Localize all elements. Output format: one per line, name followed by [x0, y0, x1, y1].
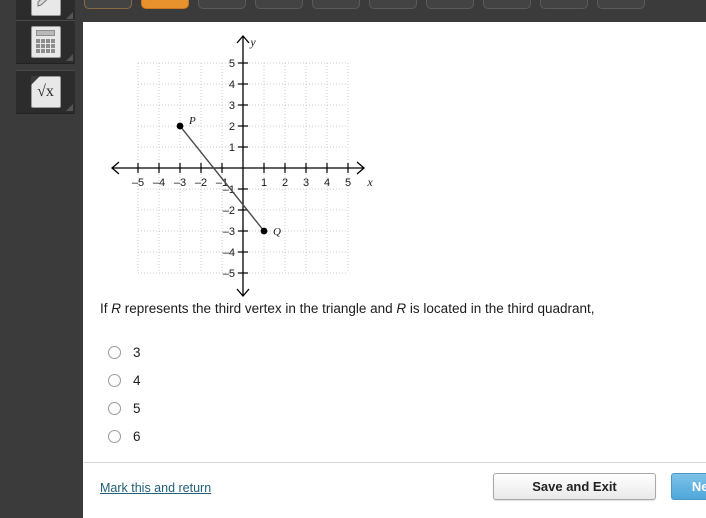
svg-text:5: 5 — [229, 58, 235, 70]
option-row-1[interactable]: 3 — [104, 338, 504, 366]
pager-dot-2[interactable] — [141, 0, 189, 9]
graph-y-axis-label: y — [249, 35, 256, 49]
svg-text:–3: –3 — [174, 177, 186, 189]
sidebar-tool-calculator[interactable] — [16, 20, 75, 64]
page-fold-corner — [30, 76, 40, 85]
calculator-icon — [30, 26, 61, 58]
mark-this-and-return-link[interactable]: Mark this and return — [100, 481, 211, 495]
radio-button-4[interactable] — [108, 429, 121, 443]
pager-dot-3[interactable] — [198, 0, 246, 9]
calculator-keys — [35, 39, 56, 53]
answer-options-group[interactable]: 3 4 5 6 — [104, 338, 504, 450]
radio-button-3[interactable] — [108, 401, 121, 415]
point-p — [176, 122, 184, 130]
pager-dot-5[interactable] — [312, 0, 360, 9]
question-text-part-1: If — [100, 301, 112, 316]
option-label-4: 6 — [133, 428, 141, 444]
svg-text:4: 4 — [229, 79, 235, 91]
graph-x-axis-label: x — [366, 175, 373, 189]
graph-x-tick-labels: –5 –4 –3 –2 –1 1 2 3 4 5 — [132, 177, 351, 189]
svg-text:2: 2 — [229, 121, 235, 133]
pencil-icon — [30, 0, 61, 16]
sidebar-tool-pencil[interactable] — [16, 0, 75, 22]
tool-sidebar: √x — [0, 0, 83, 518]
question-pager[interactable] — [84, 0, 645, 9]
pager-dot-10[interactable] — [597, 0, 645, 9]
svg-text:3: 3 — [303, 177, 309, 189]
calculator-screen — [35, 30, 55, 36]
point-q-label: Q — [273, 226, 281, 238]
option-row-4[interactable]: 6 — [104, 422, 504, 450]
pager-dot-6[interactable] — [369, 0, 417, 9]
radio-button-1[interactable] — [108, 345, 121, 359]
sqrt-glyph: √x — [37, 83, 54, 100]
option-label-2: 4 — [133, 372, 141, 388]
question-prompt: If R represents the third vertex in the … — [100, 300, 706, 318]
coordinate-graph: –5 –4 –3 –2 –1 1 2 3 4 5 5 4 3 2 1 –1 –2… — [111, 35, 373, 297]
option-label-1: 3 — [133, 344, 141, 360]
svg-text:5: 5 — [345, 177, 351, 189]
pager-dot-4[interactable] — [255, 0, 303, 9]
option-row-3[interactable]: 5 — [104, 394, 504, 422]
pager-dot-8[interactable] — [483, 0, 531, 9]
pager-dot-1[interactable] — [84, 0, 132, 9]
svg-text:–2: –2 — [195, 177, 207, 189]
pencil-icon-svg — [37, 0, 47, 7]
option-row-2[interactable]: 4 — [104, 366, 504, 394]
svg-text:–1: –1 — [223, 184, 235, 196]
svg-text:–4: –4 — [223, 247, 235, 259]
graph-y-tick-labels: 5 4 3 2 1 –1 –2 –3 –4 –5 — [223, 58, 235, 280]
svg-text:3: 3 — [229, 100, 235, 112]
svg-text:1: 1 — [261, 177, 267, 189]
point-q — [260, 227, 268, 235]
top-toolbar — [0, 0, 706, 22]
svg-text:2: 2 — [282, 177, 288, 189]
graph-axes — [111, 35, 365, 297]
point-p-label: P — [188, 115, 196, 127]
pager-dot-9[interactable] — [540, 0, 588, 9]
question-var-r-second: R — [396, 301, 407, 316]
save-and-exit-button[interactable]: Save and Exit — [493, 473, 656, 500]
radio-button-2[interactable] — [108, 373, 121, 387]
question-var-r-first: R — [111, 301, 122, 316]
svg-text:4: 4 — [324, 177, 330, 189]
pager-dot-7[interactable] — [426, 0, 474, 9]
svg-text:–3: –3 — [223, 226, 235, 238]
svg-text:–5: –5 — [223, 268, 235, 280]
svg-text:–4: –4 — [153, 177, 165, 189]
question-text-part-3: is located in the third quadrant, — [406, 301, 595, 316]
option-label-3: 5 — [133, 400, 141, 416]
question-content-area: –5 –4 –3 –2 –1 1 2 3 4 5 5 4 3 2 1 –1 –2… — [84, 22, 706, 518]
formula-sqrt-icon: √x — [30, 76, 61, 108]
next-button[interactable]: Next — [671, 473, 706, 500]
question-text-part-2: represents the third vertex in the trian… — [121, 301, 397, 316]
sidebar-tool-formula[interactable]: √x — [16, 70, 75, 114]
svg-text:–5: –5 — [132, 177, 144, 189]
svg-text:–2: –2 — [223, 205, 235, 217]
question-footer: Mark this and return Save and Exit Next — [84, 462, 706, 518]
svg-text:1: 1 — [229, 142, 235, 154]
